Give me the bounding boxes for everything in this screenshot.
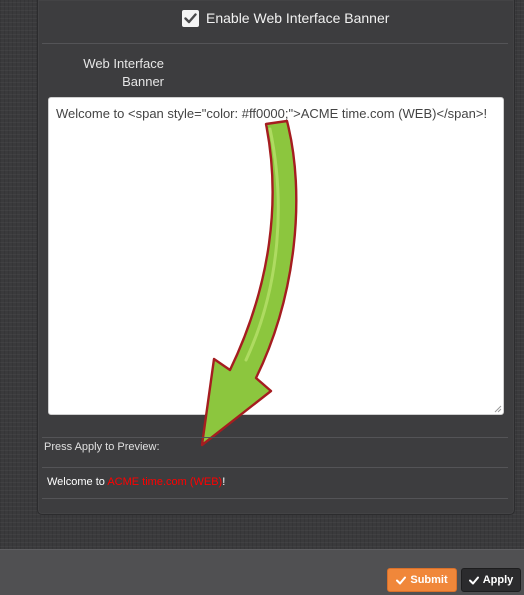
- checkmark-icon: [184, 12, 197, 23]
- preview-bottom-divider: [42, 498, 508, 499]
- apply-button[interactable]: Apply: [461, 568, 521, 592]
- section-divider: [42, 43, 508, 44]
- preview-text-after: !: [222, 476, 226, 488]
- preview-mid-divider: [42, 467, 508, 468]
- resize-grip-icon[interactable]: [494, 405, 502, 413]
- enable-banner-label: Enable Web Interface Banner: [206, 10, 390, 26]
- preview-text-highlight: ACME time.com (WEB): [107, 476, 223, 488]
- enable-banner-checkbox-row[interactable]: Enable Web Interface Banner: [182, 8, 389, 28]
- enable-banner-checkbox[interactable]: [182, 9, 199, 27]
- banner-field-label: Web Interface Banner: [64, 55, 164, 91]
- banner-textarea[interactable]: Welcome to <span style="color: #ff0000;"…: [48, 97, 504, 415]
- checkmark-icon: [396, 576, 407, 585]
- submit-button[interactable]: Submit: [387, 568, 457, 592]
- submit-label: Submit: [410, 574, 448, 586]
- preview-top-divider: [42, 437, 508, 438]
- preview-text-before: Welcome to: [47, 476, 108, 488]
- banner-preview: Welcome to ACME time.com (WEB)!: [47, 476, 225, 488]
- banner-field-label-line1: Web Interface: [83, 56, 164, 71]
- apply-label: Apply: [482, 574, 514, 586]
- banner-field-label-line2: Banner: [122, 74, 164, 89]
- preview-label: Press Apply to Preview:: [44, 441, 160, 453]
- checkmark-icon: [468, 576, 479, 585]
